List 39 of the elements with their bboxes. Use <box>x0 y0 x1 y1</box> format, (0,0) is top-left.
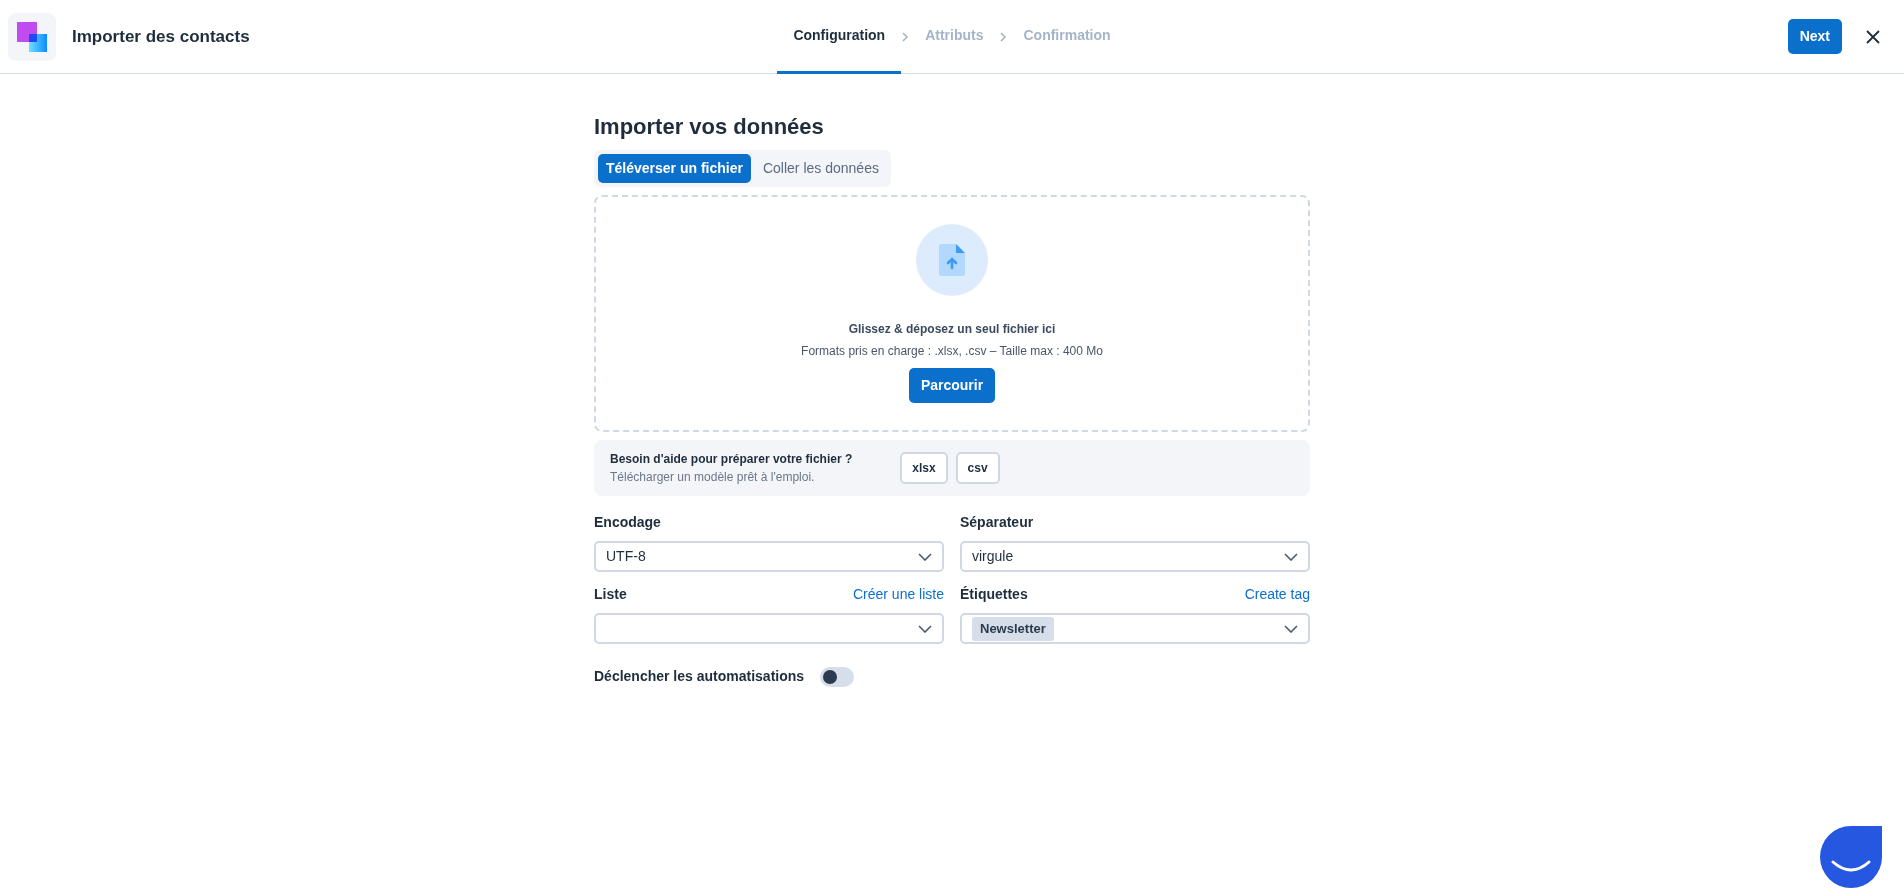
chevron-down-icon <box>1284 624 1298 633</box>
field-label: Étiquettes <box>960 585 1028 605</box>
upload-tab[interactable]: Coller les données <box>754 154 887 184</box>
select-value: UTF-8 <box>606 547 646 567</box>
select-field[interactable]: Newsletter <box>960 613 1310 645</box>
help-subtitle: Télécharger un modèle prêt à l'emploi. <box>610 469 816 487</box>
toggle-label: Déclencher les automatisations <box>594 667 805 687</box>
template-button[interactable]: xlsx <box>900 452 948 485</box>
upload-tab[interactable]: Téléverser un fichier <box>598 154 751 184</box>
field-label: Encodage <box>594 513 661 533</box>
help-title: Besoin d'aide pour préparer votre fichier ? <box>610 451 853 469</box>
template-button[interactable]: csv <box>955 452 1000 485</box>
format-hint: Formats pris en charge : .xlsx, .csv – Taille max : 400 Mo <box>801 343 1103 361</box>
page-title: Importer des contacts <box>72 25 250 48</box>
next-button[interactable]: Next <box>1787 19 1842 54</box>
field-label: Séparateur <box>960 513 1034 533</box>
chat-icon[interactable] <box>1820 826 1882 888</box>
step-tab[interactable]: Configuration <box>777 0 902 74</box>
chevron-icon <box>901 31 910 42</box>
tag-chip: Newsletter <box>972 617 1054 641</box>
create-link[interactable]: Créer une liste <box>852 584 944 606</box>
chevron-down-icon <box>918 552 932 561</box>
chevron-icon <box>999 31 1008 42</box>
field-label: Liste <box>594 585 627 605</box>
chevron-down-icon <box>918 624 932 633</box>
create-link[interactable]: Create tag <box>1244 584 1310 606</box>
app-logo <box>8 12 56 61</box>
close-icon[interactable] <box>1866 29 1880 44</box>
browse-button[interactable]: Parcourir <box>908 368 996 404</box>
select-field[interactable]: UTF-8 <box>594 541 944 573</box>
drop-zone[interactable]: Glissez & déposez un seul fichier ici Formats pris en charge : .xlsx, .csv – Taille max : 400 Mo Parcourir <box>594 195 1310 433</box>
drop-title: Glissez & déposez un seul fichier ici <box>848 321 1056 339</box>
toggle-switch[interactable] <box>820 666 855 687</box>
chevron-down-icon <box>1284 552 1298 561</box>
select-field[interactable] <box>594 613 944 645</box>
file-upload-icon <box>939 244 965 277</box>
section-heading: Importer vos données <box>594 114 825 141</box>
select-value: virgule <box>972 547 1014 567</box>
select-field[interactable]: virgule <box>960 541 1310 573</box>
